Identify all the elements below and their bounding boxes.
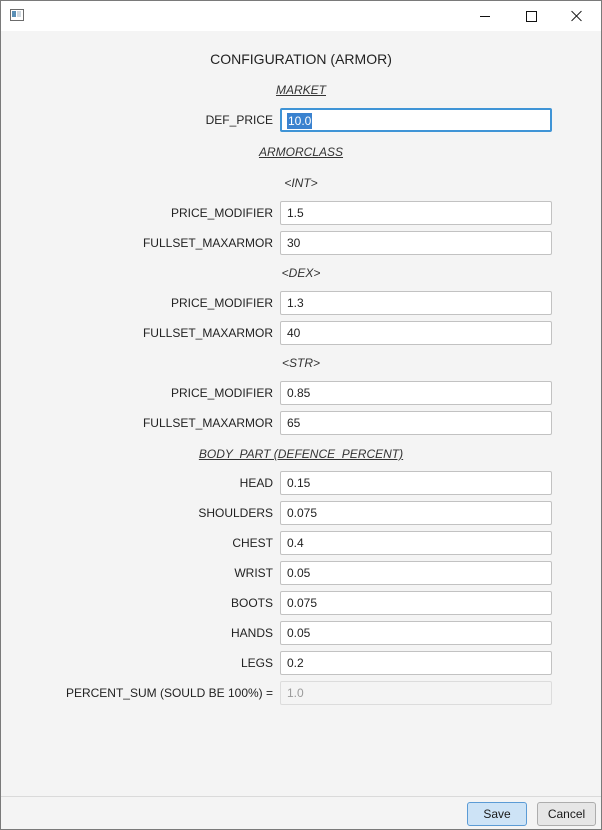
shoulders-field[interactable]: 0.075 <box>280 501 552 525</box>
def-price-label: DEF_PRICE <box>205 113 273 127</box>
wrist-field[interactable]: 0.05 <box>280 561 552 585</box>
section-armorclass: ARMORCLASS <box>258 145 344 159</box>
str-price-modifier-field[interactable]: 0.85 <box>280 381 552 405</box>
dex-price-modifier-field[interactable]: 1.3 <box>280 291 552 315</box>
page-title: CONFIGURATION (ARMOR) <box>210 51 392 67</box>
int-price-modifier-field[interactable]: 1.5 <box>280 201 552 225</box>
def-price-field[interactable]: 10.0 <box>280 108 552 132</box>
hands-label: HANDS <box>230 626 273 640</box>
int-fullset-maxarmor-label: FULLSET_MAXARMOR <box>142 236 273 250</box>
minimize-button[interactable] <box>462 1 508 31</box>
app-icon <box>10 9 24 21</box>
head-field[interactable]: 0.15 <box>280 471 552 495</box>
maximize-button[interactable] <box>508 1 554 31</box>
hands-field[interactable]: 0.05 <box>280 621 552 645</box>
str-fullset-maxarmor-field[interactable]: 65 <box>280 411 552 435</box>
shoulders-label: SHOULDERS <box>198 506 273 520</box>
maximize-icon <box>525 10 537 22</box>
wrist-label: WRIST <box>234 566 273 580</box>
int-fullset-maxarmor-field[interactable]: 30 <box>280 231 552 255</box>
percent-sum-label: PERCENT_SUM (SOULD BE 100%) = <box>65 686 273 700</box>
subsection-dex: <DEX> <box>281 266 321 280</box>
config-window: CONFIGURATION (ARMOR) MARKET DEF_PRICE 1… <box>0 0 602 830</box>
save-button[interactable]: Save <box>467 802 527 826</box>
boots-label: BOOTS <box>230 596 273 610</box>
def-price-value: 10.0 <box>287 113 313 129</box>
chest-field[interactable]: 0.4 <box>280 531 552 555</box>
percent-sum-field: 1.0 <box>280 681 552 705</box>
minimize-icon <box>480 15 490 17</box>
close-button[interactable] <box>554 1 600 31</box>
str-fullset-maxarmor-label: FULLSET_MAXARMOR <box>142 416 273 430</box>
str-price-modifier-label: PRICE_MODIFIER <box>170 386 273 400</box>
chest-label: CHEST <box>232 536 273 550</box>
cancel-button[interactable]: Cancel <box>537 802 596 826</box>
section-body-part: BODY_PART (DEFENCE_PERCENT) <box>198 447 404 461</box>
boots-field[interactable]: 0.075 <box>280 591 552 615</box>
close-icon <box>571 10 583 22</box>
legs-label: LEGS <box>240 656 273 670</box>
section-market: MARKET <box>275 83 326 97</box>
subsection-str: <STR> <box>281 356 320 370</box>
int-price-modifier-label: PRICE_MODIFIER <box>170 206 273 220</box>
dex-fullset-maxarmor-field[interactable]: 40 <box>280 321 552 345</box>
title-bar[interactable] <box>1 1 601 31</box>
subsection-int: <INT> <box>284 176 318 190</box>
footer-divider <box>1 796 601 797</box>
dex-fullset-maxarmor-label: FULLSET_MAXARMOR <box>142 326 273 340</box>
legs-field[interactable]: 0.2 <box>280 651 552 675</box>
dex-price-modifier-label: PRICE_MODIFIER <box>170 296 273 310</box>
head-label: HEAD <box>239 476 273 490</box>
